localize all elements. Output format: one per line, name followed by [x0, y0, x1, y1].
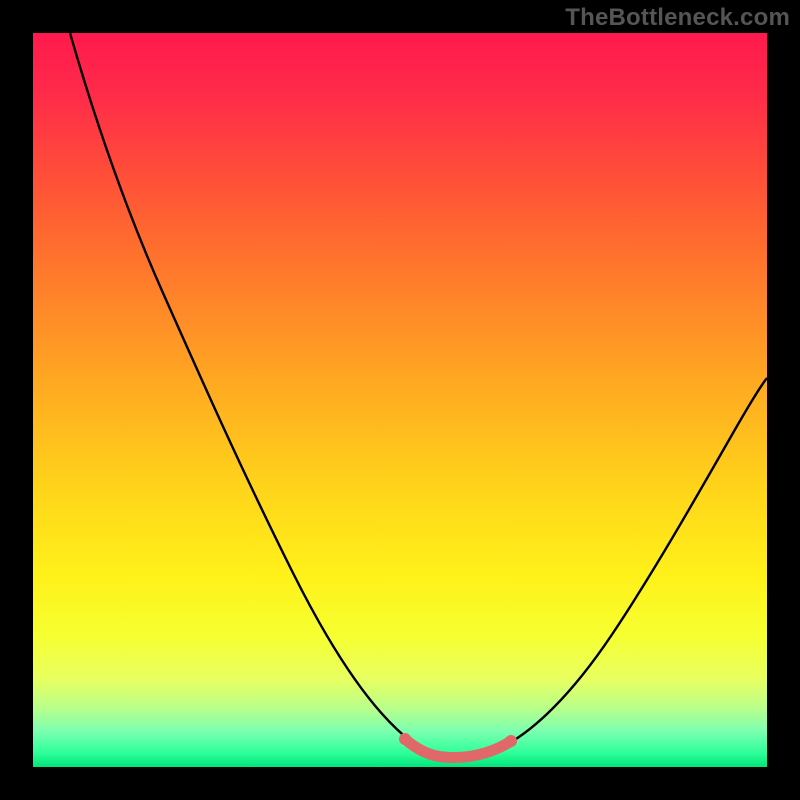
bottleneck-curve: [70, 33, 767, 758]
chart-frame: TheBottleneck.com: [0, 0, 800, 800]
watermark-text: TheBottleneck.com: [565, 4, 790, 32]
optimal-zone-dot-right: [505, 735, 517, 747]
optimal-zone-dot-left: [399, 733, 411, 745]
curve-svg: [33, 33, 767, 767]
plot-area: [33, 33, 767, 767]
optimal-zone: [405, 739, 511, 758]
